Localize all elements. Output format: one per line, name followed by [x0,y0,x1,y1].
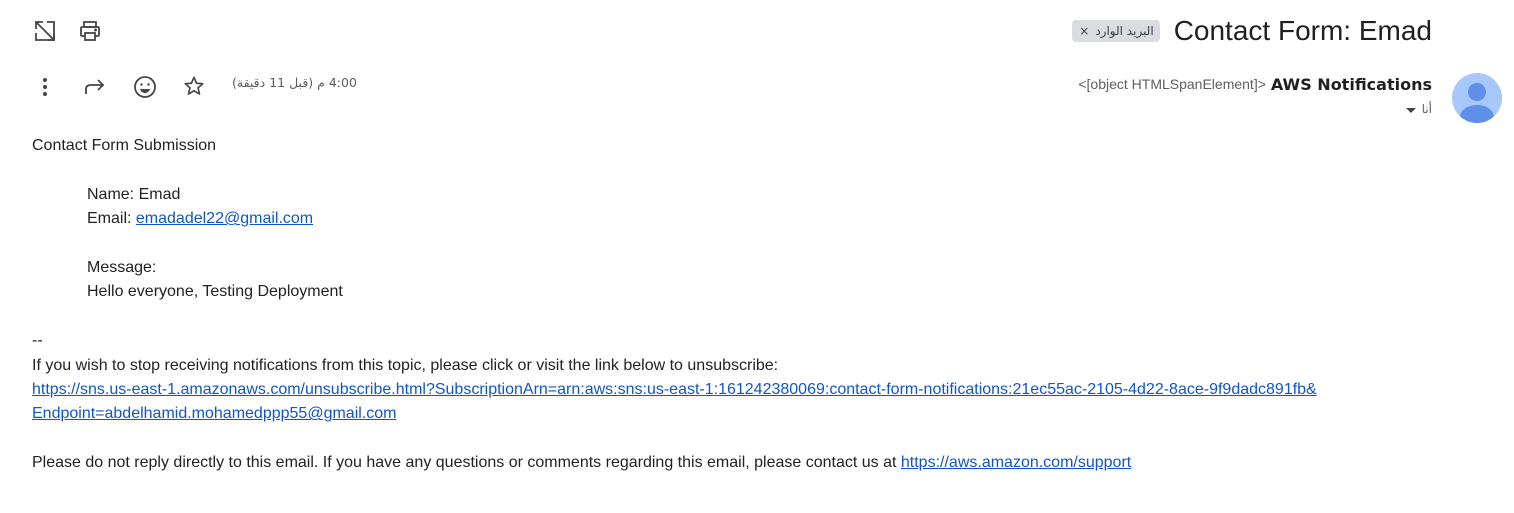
printer-icon [79,20,101,42]
unsubscribe-link-line1[interactable]: https://sns.us-east-1.amazonaws.com/unsu… [32,381,1317,398]
message-label: Message: [87,259,157,276]
support-link[interactable]: https://aws.amazon.com/support [901,454,1131,471]
recipient-label: أنا [1421,102,1432,116]
remove-label-icon[interactable]: × [1079,24,1089,38]
unsubscribe-link-line2[interactable]: Endpoint=abdelhamid.mohamedppp55@gmail.c… [32,405,396,422]
email-subject: Contact Form: Emad [1173,15,1432,46]
signature-separator: -- [32,332,43,350]
subject-row: × البريد الوارد Contact Form: Emad [1072,10,1432,52]
footer-text: Please do not reply directly to this ema… [32,454,901,472]
default-avatar-icon [1452,73,1502,123]
sender-avatar[interactable] [1452,73,1502,123]
email-line: Email: emadadel22@gmail.com [32,207,1472,231]
add-reaction-button[interactable] [129,71,161,103]
print-button[interactable] [74,15,106,47]
open-in-new-window-icon [34,20,56,42]
sender-row: <[object HTMLSpanElement]> AWS Notificat… [1078,73,1432,95]
star-button[interactable] [178,70,210,102]
open-in-new-window-button[interactable] [29,15,61,47]
message-text: Hello everyone, Testing Deployment [87,283,343,301]
chevron-down-icon[interactable] [1405,107,1416,113]
message-timestamp: 4:00 م (قبل 11 دقيقة) [232,75,357,90]
name-line: Name: Emad [87,185,181,203]
star-icon [183,75,205,97]
emoji-reaction-icon [133,75,157,99]
forward-icon [84,78,106,96]
sender-email-link[interactable]: emadadel22@gmail.com [136,210,313,227]
recipient-details-toggle[interactable]: أنا [1405,100,1432,118]
more-vertical-icon [42,77,48,97]
inbox-label-chip[interactable]: × البريد الوارد [1072,20,1160,42]
sender-name[interactable]: AWS Notifications [1271,75,1432,94]
email-label: Email: [87,210,136,228]
unsubscribe-notice: If you wish to stop receiving notificati… [32,356,779,374]
email-body: Contact Form Submission Name: Emad Email… [32,134,1472,476]
more-options-button[interactable] [29,71,61,103]
forward-button[interactable] [79,71,111,103]
footer-line: Please do not reply directly to this ema… [32,451,1472,475]
inbox-label-text: البريد الوارد [1095,24,1154,38]
body-title: Contact Form Submission [32,137,217,154]
sender-email: <[object HTMLSpanElement]> [1078,76,1266,92]
